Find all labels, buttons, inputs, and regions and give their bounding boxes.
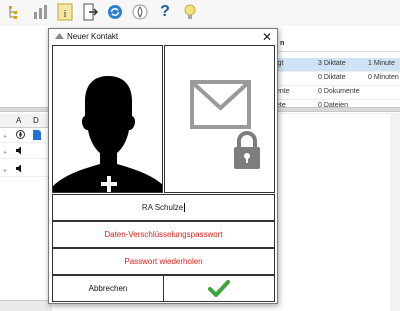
grid-column-a[interactable]: A [16,116,21,125]
tree-view-icon[interactable] [6,3,24,21]
confirm-button[interactable] [163,275,275,302]
dialog-titlebar[interactable]: Neuer Kontakt ✕ [49,29,277,45]
stats-row[interactable]: ente 0 Dokumente [276,86,400,100]
horizontal-scrollbar[interactable] [0,300,52,311]
grid-column-d[interactable]: D [33,116,39,125]
stats-cell: 0 Dokumente [318,88,360,95]
stats-header: n [276,36,400,52]
table-row[interactable]: ▸ [0,129,52,143]
table-row[interactable]: ▸ [0,145,52,159]
contact-photo-button[interactable] [52,45,163,193]
table-row[interactable]: ▸ [0,163,52,177]
sync-icon[interactable] [106,3,124,21]
bar-chart-icon[interactable] [31,3,49,21]
bulb-icon[interactable] [181,3,199,21]
stats-cell: 1 Minute [368,60,395,67]
fire-icon[interactable] [131,3,149,21]
svg-text:i: i [63,8,66,20]
grid-header: A D [0,114,52,128]
row-arrow-icon: ▸ [4,150,8,156]
toolbar: i ? [0,0,400,26]
stats-cell: 0 Minuten [368,74,399,81]
export-icon[interactable] [81,3,99,21]
checkmark-icon [208,279,230,297]
cancel-button-label: Abbrechen [88,284,128,293]
help-glyph: ? [160,3,170,20]
help-icon[interactable]: ? [156,3,174,21]
status-icon [16,130,25,141]
repeat-password-placeholder: Passwort wiederholen [124,257,203,266]
contact-name-input[interactable]: RA Schulze [52,194,275,221]
person-silhouette-icon [53,76,162,192]
info-icon[interactable]: i [56,3,74,21]
vertical-scrollbar[interactable] [390,114,400,311]
new-contact-dialog: Neuer Kontakt ✕ RA Schulze Daten-Verschl… [48,28,278,304]
encryption-password-input[interactable]: Daten-Verschlüsselungspasswort [52,221,275,248]
cancel-button[interactable]: Abbrechen [52,275,164,302]
encryption-mail-panel[interactable] [164,45,275,193]
row-arrow-icon: ▸ [4,134,8,140]
stats-row[interactable]: 0 Diktate 0 Minuten [276,72,400,86]
contact-name-value: RA Schulze [141,203,184,212]
document-icon [33,130,41,142]
close-button[interactable]: ✕ [260,30,274,44]
stats-row[interactable]: igt 3 Diktate 1 Minute [276,58,400,72]
dialog-title: Neuer Kontakt [67,32,119,41]
row-arrow-icon: ▸ [4,168,8,174]
encryption-password-placeholder: Daten-Verschlüsselungspasswort [104,230,223,239]
stats-cell: 3 Diktate [318,60,346,67]
repeat-password-input[interactable]: Passwort wiederholen [52,248,275,275]
text-caret [184,203,186,212]
stats-cell: ente [276,88,290,95]
locked-mail-icon [190,80,260,169]
stats-header-text: n [280,40,285,47]
speaker-icon [16,164,25,175]
speaker-icon [16,146,25,157]
app-icon [55,33,64,40]
stats-cell: 0 Diktate [318,74,346,81]
